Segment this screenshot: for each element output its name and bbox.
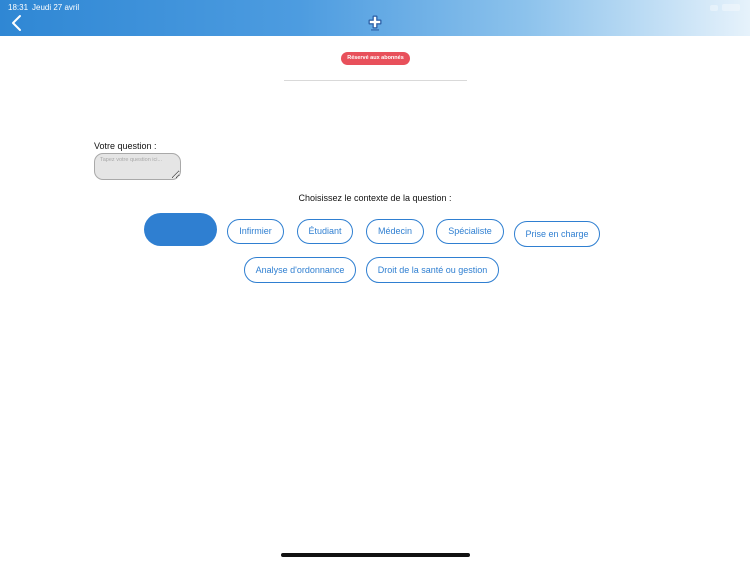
subscriber-badge: Réservé aux abonnés [341, 52, 410, 65]
wifi-icon [710, 4, 718, 11]
context-option-etudiant[interactable]: Étudiant [297, 219, 353, 244]
context-option-medecin[interactable]: Médecin [366, 219, 424, 244]
context-option-specialiste[interactable]: Spécialiste [436, 219, 504, 244]
medical-cross-logo-icon [368, 15, 382, 31]
context-label: Choisissez le contexte de la question : [298, 193, 452, 203]
app-logo [368, 15, 382, 31]
status-indicators [680, 3, 740, 12]
battery-icon [722, 4, 740, 11]
context-option-analyse-ordonnance[interactable]: Analyse d'ordonnance [244, 257, 356, 283]
status-date: Jeudi 27 avril [32, 3, 80, 12]
chevron-left-icon [12, 15, 21, 31]
question-input[interactable] [94, 153, 181, 180]
context-option-droit-sante-gestion[interactable]: Droit de la santé ou gestion [366, 257, 499, 283]
question-label: Votre question : [94, 141, 157, 151]
context-option-infirmier[interactable]: Infirmier [227, 219, 284, 244]
status-time: 18:31 [8, 3, 29, 12]
context-option-prise-en-charge[interactable]: Prise en charge [514, 221, 600, 247]
divider [284, 80, 467, 81]
back-button[interactable] [7, 14, 27, 32]
context-option-selected[interactable] [144, 213, 217, 246]
home-indicator[interactable] [281, 553, 470, 557]
app-header: 18:31 Jeudi 27 avril [0, 0, 750, 36]
